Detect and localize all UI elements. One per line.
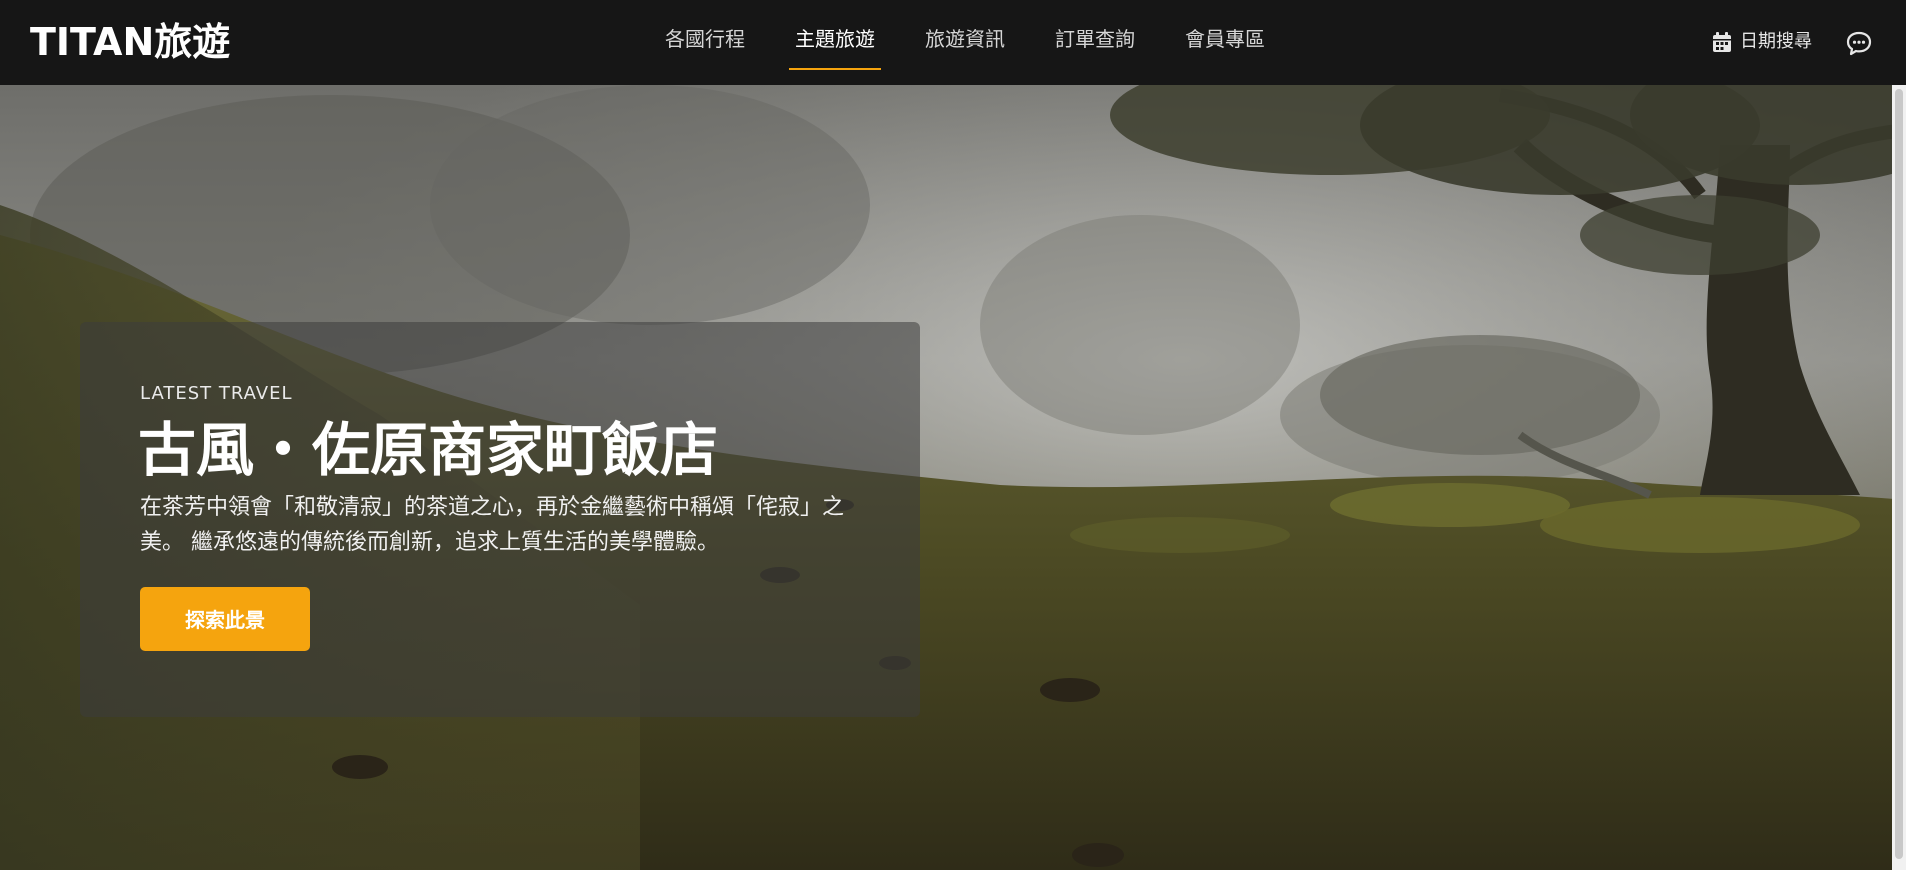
date-search-label: 日期搜尋	[1740, 31, 1812, 52]
page: TITAN旅遊 各國行程 主題旅遊 旅遊資訊 訂單查詢 會員專區 日期搜尋 LA…	[0, 0, 1906, 870]
explore-button[interactable]: 探索此景	[140, 587, 310, 651]
date-search-button[interactable]: 日期搜尋	[1712, 28, 1812, 56]
nav-item-theme-travel[interactable]: 主題旅遊	[789, 24, 881, 70]
top-header: TITAN旅遊 各國行程 主題旅遊 旅遊資訊 訂單查詢 會員專區 日期搜尋	[0, 0, 1906, 85]
nav-item-countries[interactable]: 各國行程	[659, 24, 751, 64]
calendar-icon	[1712, 31, 1732, 53]
hero-title: 古風・佐原商家町飯店	[138, 416, 719, 484]
scrollbar-thumb[interactable]	[1895, 89, 1903, 859]
hero-eyebrow: LATEST TRAVEL	[140, 383, 293, 404]
hero-card: LATEST TRAVEL 古風・佐原商家町飯店 在茶芳中領會「和敬清寂」的茶道…	[80, 322, 920, 717]
site-logo[interactable]: TITAN旅遊	[30, 18, 230, 66]
nav-item-member-area[interactable]: 會員專區	[1179, 24, 1271, 64]
hero-description: 在茶芳中領會「和敬清寂」的茶道之心，再於金繼藝術中稱頌「侘寂」之美。 繼承悠遠的…	[140, 495, 845, 555]
hero-banner: LATEST TRAVEL 古風・佐原商家町飯店 在茶芳中領會「和敬清寂」的茶道…	[0, 85, 1906, 870]
nav-item-order-lookup[interactable]: 訂單查詢	[1049, 24, 1141, 64]
chat-bubble-icon[interactable]	[1845, 29, 1873, 57]
vertical-scrollbar[interactable]	[1892, 85, 1906, 870]
main-nav: 各國行程 主題旅遊 旅遊資訊 訂單查詢 會員專區	[659, 24, 1309, 70]
nav-item-travel-info[interactable]: 旅遊資訊	[919, 24, 1011, 64]
